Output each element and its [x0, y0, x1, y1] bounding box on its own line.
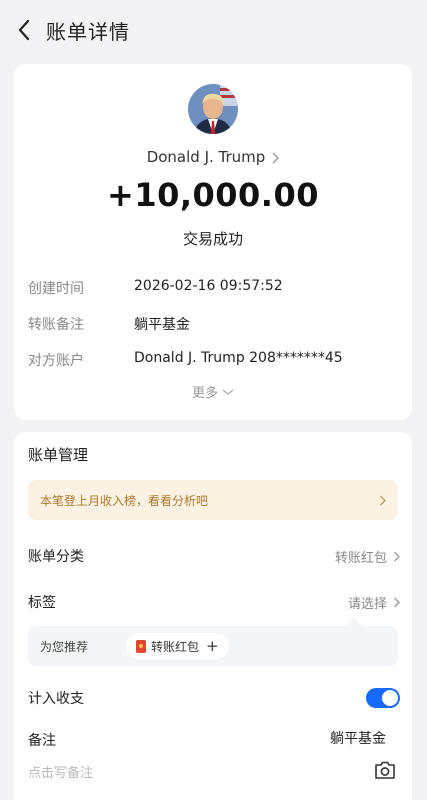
category-label: 账单分类 — [28, 549, 84, 565]
chevron-right-icon — [394, 597, 400, 607]
more-label: 更多 — [191, 386, 218, 401]
transaction-card: Donald J. Trump +10,000.00 交易成功 创建时间 202… — [14, 64, 412, 420]
counterparty-link[interactable]: Donald J. Trump — [14, 148, 412, 166]
recommended-tag-chip[interactable]: 转账红包 + — [126, 633, 229, 659]
avatar[interactable] — [188, 84, 238, 134]
recommend-label: 为您推荐 — [40, 640, 89, 654]
section-title: 账单管理 — [28, 446, 89, 464]
camera-icon — [375, 761, 395, 779]
detail-label: 转账备注 — [28, 317, 84, 333]
detail-value: Donald J. Trump 208*******45 — [134, 350, 343, 366]
include-label: 计入收支 — [28, 691, 84, 707]
chevron-right-icon — [272, 152, 280, 163]
chevron-down-icon — [222, 388, 234, 395]
banner-text: 本笔登上月收入榜，看看分析吧 — [40, 493, 209, 508]
chevron-right-icon — [394, 551, 400, 561]
tag-value: 请选择 — [347, 596, 387, 612]
chevron-left-icon — [18, 19, 30, 41]
chevron-right-icon — [380, 495, 386, 505]
detail-label: 对方账户 — [28, 353, 84, 369]
status-text: 交易成功 — [182, 230, 243, 248]
chip-label: 转账红包 — [151, 639, 200, 654]
category-row[interactable]: 账单分类 转账红包 — [28, 546, 400, 566]
counterparty-name: Donald J. Trump — [146, 148, 266, 166]
detail-row-transfer-note: 转账备注 躺平基金 — [28, 314, 408, 334]
tag-recommendations: 为您推荐 转账红包 + — [28, 618, 398, 666]
include-in-stats-row: 计入收支 — [28, 688, 400, 708]
category-value: 转账红包 — [334, 550, 387, 566]
header-bar: 账单详情 — [0, 0, 427, 60]
bill-management-card: 账单管理 本笔登上月收入榜，看看分析吧 账单分类 转账红包 标签 请选择 为您推… — [14, 432, 412, 800]
detail-row-created-time: 创建时间 2026-02-16 09:57:52 — [28, 278, 408, 298]
detail-value: 2026-02-16 09:57:52 — [134, 278, 283, 294]
tag-label: 标签 — [28, 595, 56, 611]
page-title: 账单详情 — [46, 20, 130, 44]
income-ranking-banner[interactable]: 本笔登上月收入榜，看看分析吧 — [28, 480, 398, 520]
more-button[interactable]: 更多 — [14, 382, 412, 401]
amount: +10,000.00 — [107, 176, 319, 214]
note-label: 备注 — [28, 733, 56, 749]
camera-button[interactable] — [374, 760, 396, 780]
note-value: 躺平基金 — [330, 731, 386, 747]
back-button[interactable] — [12, 16, 36, 44]
detail-value: 躺平基金 — [134, 317, 190, 333]
note-input[interactable]: 点击写备注 — [28, 762, 93, 781]
include-toggle[interactable] — [366, 688, 400, 708]
detail-row-counterparty-account: 对方账户 Donald J. Trump 208*******45 — [28, 350, 408, 370]
tag-row[interactable]: 标签 请选择 — [28, 592, 400, 612]
add-icon: + — [206, 637, 219, 655]
detail-label: 创建时间 — [28, 281, 84, 297]
red-packet-icon — [136, 639, 146, 653]
